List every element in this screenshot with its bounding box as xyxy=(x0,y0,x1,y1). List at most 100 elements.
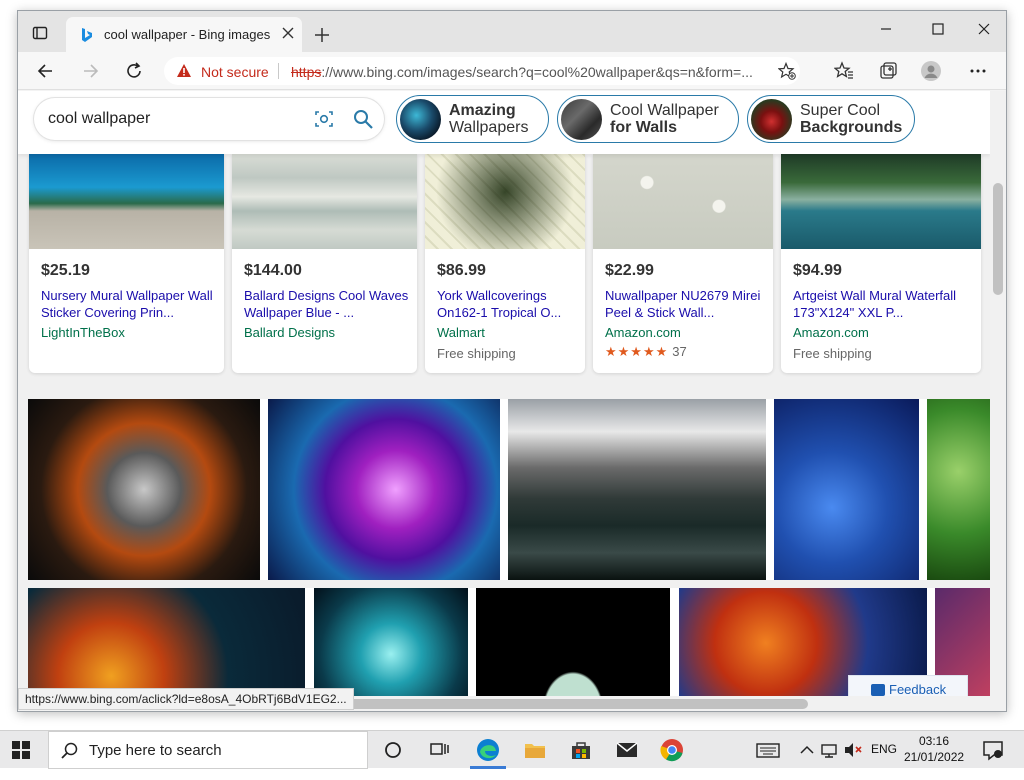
product-name-link[interactable]: Nursery Mural Wallpaper Wall Sticker Cov… xyxy=(41,287,221,321)
product-seller: Walmart xyxy=(437,325,485,340)
status-bar-url: https://www.bing.com/aclick?ld=e8osA_4Ob… xyxy=(18,688,354,710)
product-card[interactable]: $25.19 Nursery Mural Wallpaper Wall Stic… xyxy=(29,154,224,373)
scrollbar-thumb[interactable] xyxy=(993,183,1003,295)
address-bar[interactable]: Not secure https://www.bing.com/images/s… xyxy=(164,57,800,85)
cortana-icon[interactable] xyxy=(380,737,406,763)
image-result[interactable] xyxy=(508,399,766,580)
notifications-icon[interactable] xyxy=(980,737,1006,763)
clock[interactable]: 03:16 21/01/2022 xyxy=(904,733,964,765)
taskbar-search-box[interactable]: Type here to search xyxy=(48,731,368,769)
maximize-icon[interactable] xyxy=(928,19,948,39)
tab-actions-icon[interactable] xyxy=(32,25,48,41)
forward-icon[interactable] xyxy=(80,61,100,81)
back-icon[interactable] xyxy=(36,61,56,81)
product-price: $144.00 xyxy=(244,262,302,279)
title-bar: cool wallpaper - Bing images xyxy=(18,11,1006,53)
image-result[interactable] xyxy=(28,399,260,580)
suggestion-line1: Super Cool xyxy=(800,102,881,119)
image-result[interactable] xyxy=(314,588,468,696)
volume-muted-icon[interactable] xyxy=(840,737,866,763)
product-name-link[interactable]: Ballard Designs Cool Waves Wallpaper Blu… xyxy=(244,287,417,321)
task-view-icon[interactable] xyxy=(427,737,453,763)
page-content: cool wallpaper Amazing Wallpapers Cool W… xyxy=(18,91,990,696)
close-window-icon[interactable] xyxy=(974,19,994,39)
suggestion-thumbnail xyxy=(561,99,602,140)
search-header: cool wallpaper Amazing Wallpapers Cool W… xyxy=(18,91,990,154)
microsoft-store-icon[interactable] xyxy=(568,737,594,763)
url-rest: ://www.bing.com/images/search?q=cool%20w… xyxy=(321,64,753,80)
product-card[interactable]: $86.99 York Wallcoverings On162-1 Tropic… xyxy=(425,154,585,373)
suggestion-thumbnail xyxy=(751,99,792,140)
visual-search-icon[interactable] xyxy=(314,109,334,129)
scrollbar-thumb[interactable] xyxy=(348,699,808,709)
product-image[interactable] xyxy=(232,154,417,249)
warning-icon[interactable] xyxy=(176,63,192,79)
product-seller: Ballard Designs xyxy=(244,325,336,340)
suggestion-pill-super-cool-backgrounds[interactable]: Super Cool Backgrounds xyxy=(747,95,915,143)
feedback-label: Feedback xyxy=(889,682,947,696)
feedback-icon xyxy=(871,684,885,696)
keyboard-icon[interactable] xyxy=(755,737,781,763)
product-image[interactable] xyxy=(29,154,224,249)
product-seller: LightInTheBox xyxy=(41,325,125,340)
mail-icon[interactable] xyxy=(614,737,640,763)
image-result[interactable] xyxy=(28,588,305,696)
product-price: $25.19 xyxy=(41,262,90,279)
product-image[interactable] xyxy=(425,154,585,249)
url-text[interactable]: https://www.bing.com/images/search?q=coo… xyxy=(291,64,771,80)
search-input[interactable]: cool wallpaper xyxy=(48,110,150,128)
image-result[interactable] xyxy=(774,399,919,580)
close-tab-icon[interactable] xyxy=(282,27,294,39)
image-result[interactable] xyxy=(476,588,670,696)
browser-window: cool wallpaper - Bing images Not secure … xyxy=(17,10,1007,712)
product-price: $86.99 xyxy=(437,262,486,279)
product-name-link[interactable]: York Wallcoverings On162-1 Tropical O... xyxy=(437,287,577,321)
bing-favicon-icon xyxy=(82,28,92,42)
file-explorer-icon[interactable] xyxy=(522,737,548,763)
vertical-scrollbar[interactable] xyxy=(990,91,1006,696)
product-price: $94.99 xyxy=(793,262,842,279)
suggestion-pill-amazing-wallpapers[interactable]: Amazing Wallpapers xyxy=(396,95,549,143)
suggestion-line1: Cool Wallpaper xyxy=(610,102,719,119)
product-seller: Amazon.com xyxy=(793,325,869,340)
minimize-icon[interactable] xyxy=(876,19,896,39)
browser-tab[interactable]: cool wallpaper - Bing images xyxy=(66,17,302,53)
search-icon[interactable] xyxy=(352,108,374,130)
clock-time: 03:16 xyxy=(918,734,950,748)
favorites-icon[interactable] xyxy=(834,61,854,81)
refresh-icon[interactable] xyxy=(124,61,144,81)
product-image[interactable] xyxy=(781,154,981,249)
product-name-link[interactable]: Nuwallpaper NU2679 Mirei Peel & Stick Wa… xyxy=(605,287,765,321)
shipping-note: Free shipping xyxy=(437,346,516,361)
image-result[interactable] xyxy=(927,399,990,580)
windows-start-icon[interactable] xyxy=(11,740,31,760)
product-card[interactable]: $144.00 Ballard Designs Cool Waves Wallp… xyxy=(232,154,417,373)
tab-title: cool wallpaper - Bing images xyxy=(104,27,271,42)
feedback-button[interactable]: Feedback xyxy=(848,675,968,696)
collections-icon[interactable] xyxy=(878,61,898,81)
suggestion-line2: Backgrounds xyxy=(800,119,903,136)
image-result[interactable] xyxy=(268,399,500,580)
new-tab-icon[interactable] xyxy=(314,27,330,43)
taskbar: Type here to search ENG 03:16 21/01/2022 xyxy=(0,730,1024,769)
shopping-results: $25.19 Nursery Mural Wallpaper Wall Stic… xyxy=(18,154,990,387)
product-image[interactable] xyxy=(593,154,773,249)
product-seller: Amazon.com xyxy=(605,325,681,340)
more-options-icon[interactable] xyxy=(968,61,988,81)
chrome-icon[interactable] xyxy=(659,737,685,763)
product-card[interactable]: $94.99 Artgeist Wall Mural Waterfall 173… xyxy=(781,154,981,373)
rating-count: 37 xyxy=(672,344,687,359)
star-rating: ★★★★★ 37 xyxy=(605,344,687,359)
product-card[interactable]: $22.99 Nuwallpaper NU2679 Mirei Peel & S… xyxy=(593,154,773,373)
product-name-link[interactable]: Artgeist Wall Mural Waterfall 173"X124" … xyxy=(793,287,969,321)
search-box[interactable]: cool wallpaper xyxy=(34,98,384,140)
not-secure-label[interactable]: Not secure xyxy=(201,64,269,80)
edge-icon[interactable] xyxy=(475,737,501,763)
divider xyxy=(278,63,279,79)
add-favorite-icon[interactable] xyxy=(778,62,796,80)
profile-avatar-icon[interactable] xyxy=(921,61,941,81)
horizontal-scrollbar[interactable] xyxy=(348,696,1006,711)
image-results-row xyxy=(28,399,990,580)
suggestion-pill-cool-wallpaper-for-walls[interactable]: Cool Wallpaper for Walls xyxy=(557,95,739,143)
language-indicator[interactable]: ENG xyxy=(871,742,897,780)
